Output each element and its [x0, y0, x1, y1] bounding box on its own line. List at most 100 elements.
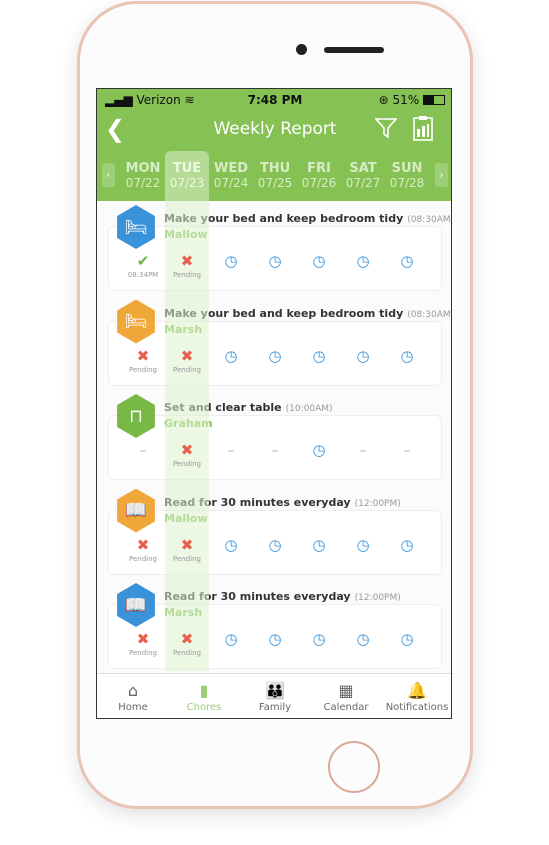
status-cell-sun[interactable]: – [385, 442, 429, 460]
chore-time: (10:00AM) [285, 404, 333, 414]
day-name: SUN [391, 161, 423, 176]
status-label: Pending [129, 554, 157, 563]
status-cell-fri[interactable]: ◷ [297, 631, 341, 649]
day-name: MON [125, 161, 161, 176]
table-icon: ⊓ [128, 405, 144, 427]
day-sat[interactable]: SAT 07/27 [341, 161, 385, 190]
status-cell-sun[interactable]: ◷ [385, 253, 429, 271]
speaker [324, 47, 384, 53]
chore-title: Read for 30 minutes everyday (12:00PM) [164, 590, 401, 603]
assignee-name: Marsh [164, 322, 203, 336]
clock-icon: ◷ [268, 346, 282, 365]
status-cell-tue[interactable]: ✖ Pending [165, 253, 209, 279]
filter-icon[interactable] [375, 117, 397, 139]
status-cell-thu[interactable]: ◷ [253, 631, 297, 649]
chore-title-text: Make your bed and keep bedroom tidy [164, 212, 404, 225]
chore-item: 🛏 Make your bed and keep bedroom tidy (08:… [97, 201, 452, 295]
clock-icon: ◷ [356, 630, 370, 648]
status-cell-sat[interactable]: ◷ [341, 631, 385, 649]
chore-title-text: Set and clear table [164, 401, 282, 414]
tab-notifications[interactable]: 🔔 Notifications [381, 680, 451, 713]
status-cell-wed[interactable]: ◷ [209, 348, 253, 366]
chore-title-text: Read for 30 minutes everyday [164, 495, 351, 509]
chore-time: (08:30AM) [407, 215, 452, 225]
status-label: Pending [173, 649, 201, 657]
status-cell-thu[interactable]: – [253, 442, 297, 460]
day-thu[interactable]: THU 07/25 [253, 161, 297, 190]
bed-icon: 🛏 [124, 311, 148, 332]
tab-home[interactable]: ⌂ Home [97, 680, 169, 713]
tab-label: Notifications [385, 702, 449, 713]
tab-chores[interactable]: ▮ Chores [168, 680, 240, 713]
status-label: Pending [129, 649, 157, 657]
day-sun[interactable]: SUN 07/28 [385, 161, 429, 190]
page-title: Weekly Report [213, 119, 337, 139]
x-icon: ✖ [136, 630, 150, 648]
status-cell-fri[interactable]: ◷ [297, 253, 341, 271]
status-cell-mon[interactable]: ✖ Pending [121, 631, 165, 657]
next-week-button[interactable]: › [435, 163, 448, 187]
clock-icon: ◷ [400, 252, 414, 270]
chore-item: ⊓ Set and clear table (10:00AM) Graham – ✖ Pen… [97, 390, 451, 484]
day-mon[interactable]: MON 07/22 [121, 161, 165, 190]
status-cell-tue[interactable]: ✖ Pending [165, 442, 209, 468]
tab-label: Home [118, 702, 148, 713]
x-icon: ✖ [180, 252, 194, 270]
clock-icon: ◷ [312, 630, 326, 648]
status-cell-thu[interactable]: ◷ [253, 253, 297, 271]
tab-calendar[interactable]: ▦ Calendar [310, 680, 382, 713]
status-cell-wed[interactable]: ◷ [209, 253, 253, 271]
status-cell-fri[interactable]: ◷ [297, 442, 341, 460]
status-bar: ▂▄▆ Verizon ≋ 7:48 PM ⊛ 51% [97, 91, 451, 109]
status-cell-mon[interactable]: ✖ Pending [121, 537, 165, 563]
chore-title: Set and clear table (10:00AM) [164, 401, 333, 414]
status-cell-wed[interactable]: – [209, 442, 253, 460]
prev-week-button[interactable]: ‹ [102, 163, 115, 187]
calendar-icon: ▦ [338, 681, 354, 700]
clock-icon: ◷ [224, 535, 238, 554]
assignee-name: Graham [164, 417, 213, 430]
status-cell-sun[interactable]: ◷ [385, 537, 429, 555]
bed-icon: 🛏 [124, 216, 148, 238]
clock-icon: ◷ [400, 630, 414, 648]
x-icon: ✖ [180, 535, 194, 554]
clock-icon: ◷ [356, 535, 370, 554]
clock-icon: ◷ [224, 630, 238, 648]
status-cell-wed[interactable]: ◷ [209, 537, 253, 555]
status-cell-tue[interactable]: ✖ Pending [165, 348, 209, 374]
day-wed[interactable]: WED 07/24 [209, 161, 253, 190]
status-cell-thu[interactable]: ◷ [253, 348, 297, 366]
status-cell-sun[interactable]: ◷ [385, 631, 429, 649]
day-tue[interactable]: TUE 07/23 [165, 161, 209, 190]
chore-list[interactable]: 🛏 Make your bed and keep bedroom tidy (08:… [97, 201, 452, 673]
status-cell-mon[interactable]: ✔ 08:34PM [121, 253, 165, 279]
status-cell-fri[interactable]: ◷ [297, 348, 341, 366]
status-cell-sat[interactable]: ◷ [341, 537, 385, 555]
day-date: 07/22 [125, 176, 161, 190]
status-cell-mon[interactable]: ✖ Pending [121, 348, 165, 374]
status-cell-fri[interactable]: ◷ [297, 537, 341, 555]
chore-title: Make your bed and keep bedroom tidy (08:3… [164, 212, 452, 225]
battery-percent: 51% [392, 93, 420, 107]
status-cell-thu[interactable]: ◷ [253, 537, 297, 555]
status-cell-tue[interactable]: ✖ Pending [165, 537, 209, 563]
clipboard-icon: ▮ [199, 681, 209, 700]
status-cell-sun[interactable]: ◷ [385, 348, 429, 366]
tab-family[interactable]: 👪 Family [239, 680, 311, 713]
status-cell-sat[interactable]: ◷ [341, 348, 385, 366]
status-cell-sat[interactable]: – [341, 442, 385, 460]
clock-icon: ◷ [312, 346, 326, 365]
status-cell-mon[interactable]: – [121, 442, 165, 460]
x-icon: ✖ [180, 346, 194, 365]
clipboard-chart-icon[interactable] [413, 115, 433, 141]
status-cell-tue[interactable]: ✖ Pending [165, 631, 209, 657]
home-button[interactable] [328, 741, 380, 793]
clock-icon: ◷ [268, 630, 282, 648]
nav-header: ❮ Weekly Report [97, 109, 451, 151]
day-name: TUE [172, 161, 202, 176]
clock-icon: ◷ [268, 535, 282, 554]
x-icon: ✖ [136, 346, 150, 365]
day-fri[interactable]: FRI 07/26 [297, 161, 341, 190]
status-cell-sat[interactable]: ◷ [341, 253, 385, 271]
status-cell-wed[interactable]: ◷ [209, 631, 253, 649]
